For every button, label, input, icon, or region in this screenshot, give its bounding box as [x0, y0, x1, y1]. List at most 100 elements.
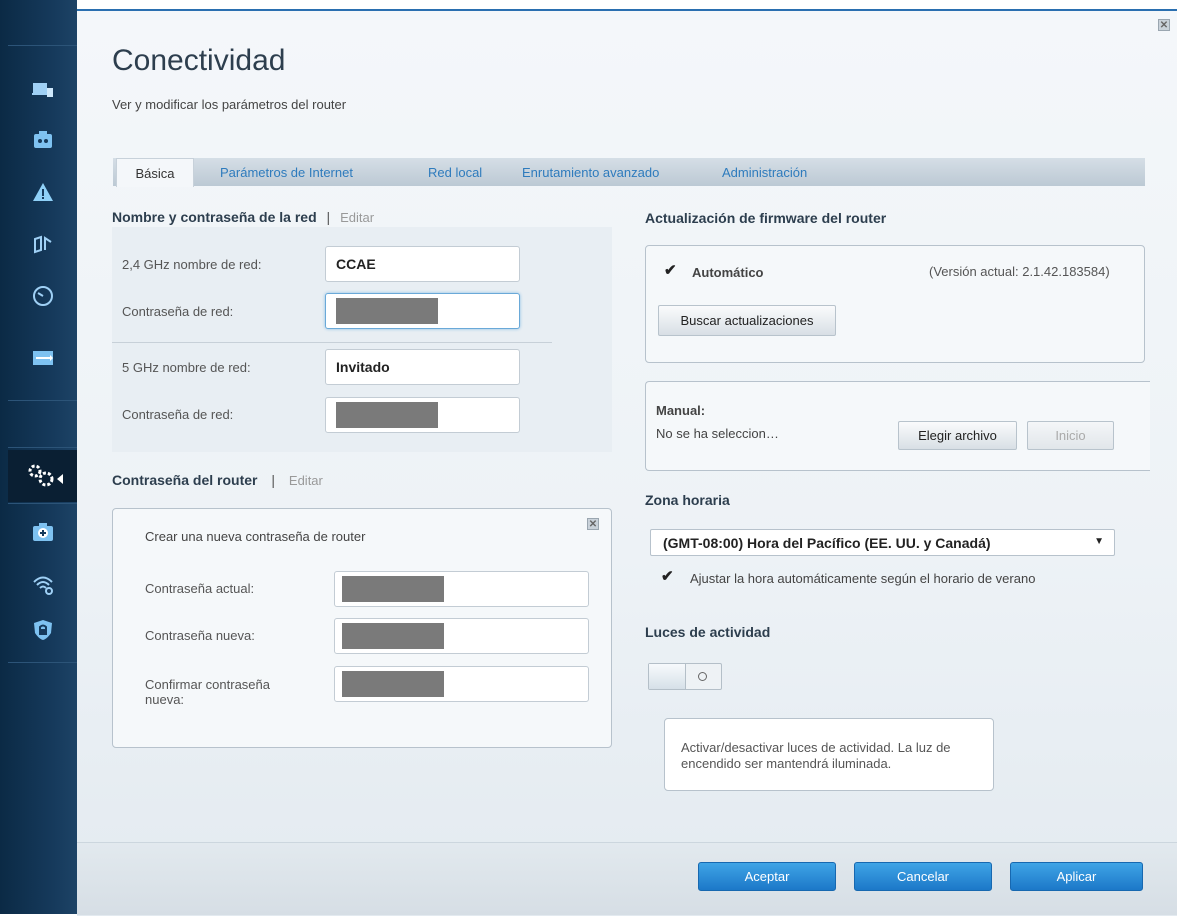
- timezone-selected: (GMT-08:00) Hora del Pacífico (EE. UU. y…: [663, 534, 991, 551]
- close-icon[interactable]: ✕: [587, 518, 599, 530]
- speed-test-icon: [32, 286, 53, 306]
- sidebar-item-parental[interactable]: [8, 118, 77, 162]
- divider: [112, 342, 552, 343]
- band24-password-field[interactable]: [325, 293, 520, 329]
- band5-password-label: Contraseña de red:: [122, 407, 234, 422]
- toggle-knob: [649, 664, 686, 689]
- page-subtitle: Ver y modificar los parámetros del route…: [112, 97, 347, 112]
- parental-controls-icon: [33, 131, 52, 148]
- router-password-heading-text: Contraseña del router: [112, 472, 258, 488]
- start-update-button[interactable]: Inicio: [1027, 421, 1114, 450]
- band5-value: Invitado: [336, 359, 390, 375]
- warning-icon: [32, 183, 53, 201]
- sidebar-item-devices[interactable]: [8, 68, 77, 112]
- band5-name-field[interactable]: Invitado: [325, 349, 520, 385]
- auto-update-label: Automático: [692, 265, 764, 280]
- chevron-down-icon: ▼: [1094, 536, 1104, 547]
- band24-name-field[interactable]: CCAE: [325, 246, 520, 282]
- sidebar-item-speed-test[interactable]: [8, 274, 77, 318]
- auto-update-checkbox[interactable]: ✔: [664, 263, 678, 278]
- confirm-password-label: Confirmar contraseña nueva:: [145, 677, 270, 707]
- tab-administracion[interactable]: Administración: [722, 158, 807, 186]
- confirm-password-field[interactable]: [334, 666, 589, 702]
- masked-value: [342, 623, 444, 649]
- file-status: No se ha seleccion…: [656, 426, 779, 441]
- router-password-edit-link[interactable]: Editar: [289, 473, 323, 488]
- band5-label: 5 GHz nombre de red:: [122, 360, 251, 375]
- sidebar-divider: [8, 45, 77, 46]
- usb-storage-icon: [32, 351, 53, 365]
- firmware-auto-box: [645, 245, 1145, 363]
- wireless-icon: [32, 576, 53, 595]
- tab-red-local[interactable]: Red local: [428, 158, 482, 186]
- connectivity-icon: [28, 464, 63, 487]
- band24-label: 2,4 GHz nombre de red:: [122, 257, 262, 272]
- tab-label: Básica: [135, 165, 175, 181]
- sidebar-item-connectivity[interactable]: [8, 450, 77, 502]
- sidebar-item-troubleshooting[interactable]: [8, 510, 77, 554]
- lights-description: Activar/desactivar luces de actividad. L…: [681, 740, 951, 771]
- timezone-heading: Zona horaria: [645, 492, 730, 508]
- choose-file-label: Elegir archivo: [918, 428, 997, 443]
- check-updates-label: Buscar actualizaciones: [680, 313, 814, 328]
- tab-label: Red local: [428, 164, 483, 180]
- network-heading-text: Nombre y contraseña de la red: [112, 209, 317, 225]
- new-password-label: Contraseña nueva:: [145, 628, 255, 643]
- sidebar-item-alerts[interactable]: [8, 170, 77, 214]
- tab-parametros-internet[interactable]: Parámetros de Internet: [220, 158, 353, 186]
- heading-separator: |: [271, 472, 276, 488]
- sidebar-item-security[interactable]: [8, 608, 77, 652]
- tab-label: Enrutamiento avanzado: [522, 164, 660, 180]
- accept-button[interactable]: Aceptar: [698, 862, 836, 891]
- sidebar-item-wireless[interactable]: [8, 562, 77, 606]
- troubleshooting-icon: [32, 523, 53, 541]
- apply-button[interactable]: Aplicar: [1010, 862, 1143, 891]
- sidebar-divider: [8, 662, 77, 663]
- close-dialog-icon[interactable]: ✕: [1158, 19, 1170, 31]
- cancel-button[interactable]: Cancelar: [854, 862, 992, 891]
- timezone-select[interactable]: (GMT-08:00) Hora del Pacífico (EE. UU. y…: [650, 529, 1115, 556]
- network-edit-link[interactable]: Editar: [340, 210, 374, 225]
- sidebar-item-usb-storage[interactable]: [8, 336, 77, 380]
- new-password-field[interactable]: [334, 618, 589, 654]
- sidebar-divider: [8, 400, 77, 401]
- masked-value: [342, 576, 444, 602]
- tab-enrutamiento-avanzado[interactable]: Enrutamiento avanzado: [522, 158, 659, 186]
- lights-heading: Luces de actividad: [645, 624, 771, 640]
- band5-password-field[interactable]: [325, 397, 520, 433]
- dst-label: Ajustar la hora automáticamente según el…: [690, 571, 1036, 586]
- sidebar-item-media-priority[interactable]: [8, 222, 77, 266]
- router-password-heading: Contraseña del router | Editar: [112, 472, 323, 488]
- current-password-label: Contraseña actual:: [145, 581, 255, 596]
- check-updates-button[interactable]: Buscar actualizaciones: [658, 305, 836, 336]
- sidebar-divider: [8, 447, 77, 448]
- firmware-heading: Actualización de firmware del router: [645, 210, 887, 226]
- tab-label: Administración: [722, 164, 808, 180]
- security-icon: [33, 620, 52, 640]
- choose-file-button[interactable]: Elegir archivo: [898, 421, 1017, 450]
- start-update-label: Inicio: [1055, 428, 1086, 443]
- current-password-field[interactable]: [334, 571, 589, 607]
- band24-password-label: Contraseña de red:: [122, 304, 234, 319]
- heading-separator: |: [326, 209, 331, 225]
- media-priority-icon: [33, 235, 52, 254]
- router-password-box-title: Crear una nueva contraseña de router: [145, 529, 366, 544]
- tab-label: Parámetros de Internet: [220, 164, 353, 180]
- accept-label: Aceptar: [744, 869, 790, 884]
- firmware-version: (Versión actual: 2.1.42.183584): [929, 264, 1110, 279]
- devices-icon: [31, 83, 53, 97]
- page-title: Conectividad: [112, 44, 286, 77]
- masked-value: [336, 298, 438, 324]
- lights-toggle[interactable]: [648, 663, 722, 690]
- network-section-heading: Nombre y contraseña de la red | Editar: [112, 209, 374, 225]
- tab-basica[interactable]: Básica: [116, 158, 194, 187]
- apply-label: Aplicar: [1056, 869, 1097, 884]
- band24-value: CCAE: [336, 256, 376, 272]
- dst-checkbox[interactable]: ✔: [661, 569, 675, 584]
- off-icon: [698, 672, 707, 681]
- cancel-label: Cancelar: [896, 869, 950, 884]
- manual-label: Manual:: [656, 403, 706, 418]
- masked-value: [336, 402, 438, 428]
- masked-value: [342, 671, 444, 697]
- sidebar-divider: [8, 503, 77, 504]
